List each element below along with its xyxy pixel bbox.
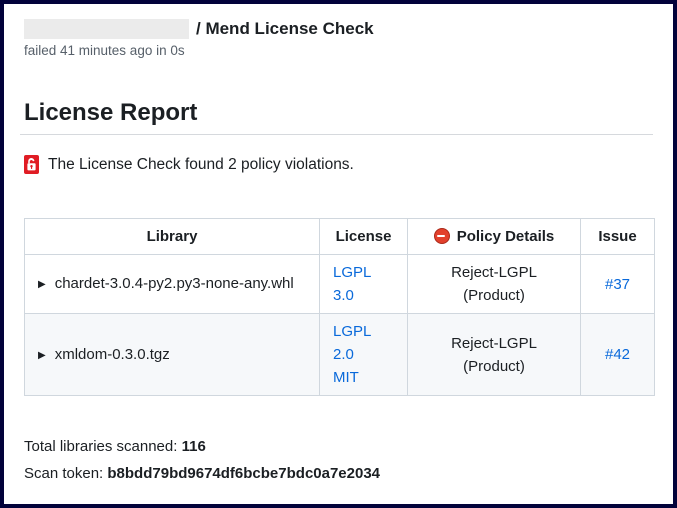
column-header-policy-details: Policy Details: [408, 219, 581, 255]
run-header: / Mend License Check failed 41 minutes a…: [20, 18, 653, 58]
table-row: ▶xmldom-0.3.0.tgzLGPL 2.0MITReject-LGPL …: [25, 314, 655, 396]
run-title: / Mend License Check: [196, 19, 374, 39]
open-lock-red-icon: [24, 155, 39, 174]
violation-text: The License Check found 2 policy violati…: [48, 156, 354, 174]
table-header-row: Library License Policy Details Issue: [25, 219, 655, 255]
license-report-table: Library License Policy Details Issue ▶ ch…: [24, 218, 655, 396]
collapsed-triangle-icon[interactable]: ▶: [38, 344, 46, 367]
license-link[interactable]: MIT: [333, 366, 394, 389]
scan-token-value: b8bdd79bd9674df6bcbe7bdc0a7e2034: [107, 465, 380, 482]
policy-details-cell: Reject-LGPL (Product): [408, 314, 581, 396]
table-row: ▶ chardet-3.0.4-py2.py3-none-any.whl LGPL …: [25, 255, 655, 314]
window-frame: / Mend License Check failed 41 minutes a…: [0, 0, 677, 508]
library-name: xmldom-0.3.0.tgz: [55, 346, 170, 363]
issue-cell: #37: [581, 255, 655, 314]
policy-details-cell: Reject-LGPL (Product): [408, 255, 581, 314]
report-heading: License Report: [20, 99, 653, 135]
job-summary-page: / Mend License Check failed 41 minutes a…: [4, 4, 673, 482]
scan-summary: Total libraries scanned: 116 Scan token:…: [20, 438, 653, 482]
library-name: chardet-3.0.4-py2.py3-none-any.whl: [55, 275, 294, 292]
total-libraries-label: Total libraries scanned:: [24, 438, 177, 455]
license-link[interactable]: LGPL 2.0: [333, 320, 394, 366]
column-header-issue: Issue: [581, 219, 655, 255]
library-cell: ▶ xmldom-0.3.0.tgz: [25, 314, 320, 396]
license-link[interactable]: LGPL 3.0: [333, 261, 394, 307]
column-header-license: License: [320, 219, 408, 255]
no-entry-icon: [434, 228, 450, 244]
redacted-workflow-name: [24, 19, 189, 39]
collapsed-triangle-icon[interactable]: ▶: [38, 273, 46, 296]
issue-link[interactable]: #37: [605, 276, 630, 293]
column-header-library: Library: [25, 219, 320, 255]
run-status-text: failed 41 minutes ago in 0s: [20, 43, 653, 58]
license-cell: LGPL 3.0: [320, 255, 408, 314]
library-cell: ▶ chardet-3.0.4-py2.py3-none-any.whl: [25, 255, 320, 314]
issue-cell: #42: [581, 314, 655, 396]
scan-token-line: Scan token: b8bdd79bd9674df6bcbe7bdc0a7e…: [24, 465, 653, 482]
license-cell: LGPL 2.0MIT: [320, 314, 408, 396]
violation-summary: The License Check found 2 policy violati…: [20, 155, 653, 174]
total-libraries-value: 116: [182, 438, 206, 455]
issue-link[interactable]: #42: [605, 346, 630, 363]
scan-token-label: Scan token:: [24, 465, 103, 482]
total-libraries-line: Total libraries scanned: 116: [24, 438, 653, 455]
run-title-line: / Mend License Check: [20, 18, 653, 40]
